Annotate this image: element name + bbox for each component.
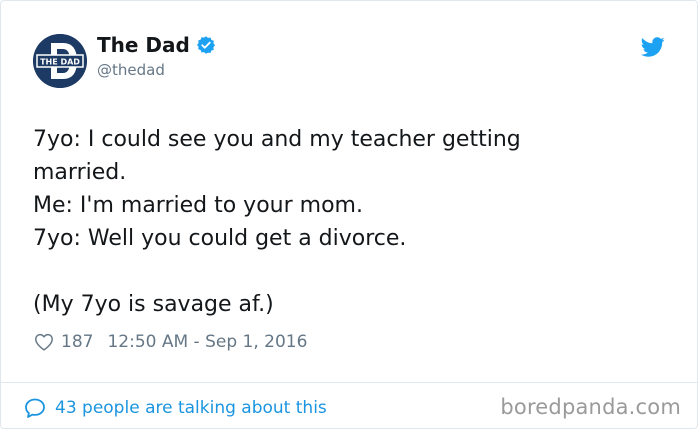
- timestamp[interactable]: 12:50 AM - Sep 1, 2016: [107, 331, 307, 353]
- like-count[interactable]: 187: [61, 331, 93, 353]
- avatar-logo: THE DAD: [33, 34, 87, 88]
- avatar-text: THE DAD: [40, 58, 80, 67]
- author-row: The Dad: [97, 34, 216, 56]
- avatar[interactable]: THE DAD: [33, 34, 87, 88]
- display-name[interactable]: The Dad: [97, 34, 190, 56]
- conversation-text[interactable]: 43 people are talking about this: [55, 398, 327, 418]
- tweet-card: THE DAD The Dad @thedad 7yo: I could see…: [0, 0, 698, 429]
- verified-badge-icon: [196, 36, 215, 54]
- speech-bubble-icon: [25, 398, 45, 418]
- heart-icon[interactable]: [33, 331, 55, 353]
- twitter-bird-icon[interactable]: [641, 35, 665, 59]
- tweet-meta: 187 12:50 AM - Sep 1, 2016: [33, 331, 307, 353]
- watermark: boredpanda.com: [500, 395, 681, 419]
- tweet-text: 7yo: I could see you and my teacher gett…: [33, 127, 521, 317]
- handle[interactable]: @thedad: [97, 61, 165, 79]
- divider: [1, 382, 697, 383]
- conversation-link[interactable]: 43 people are talking about this: [23, 396, 327, 420]
